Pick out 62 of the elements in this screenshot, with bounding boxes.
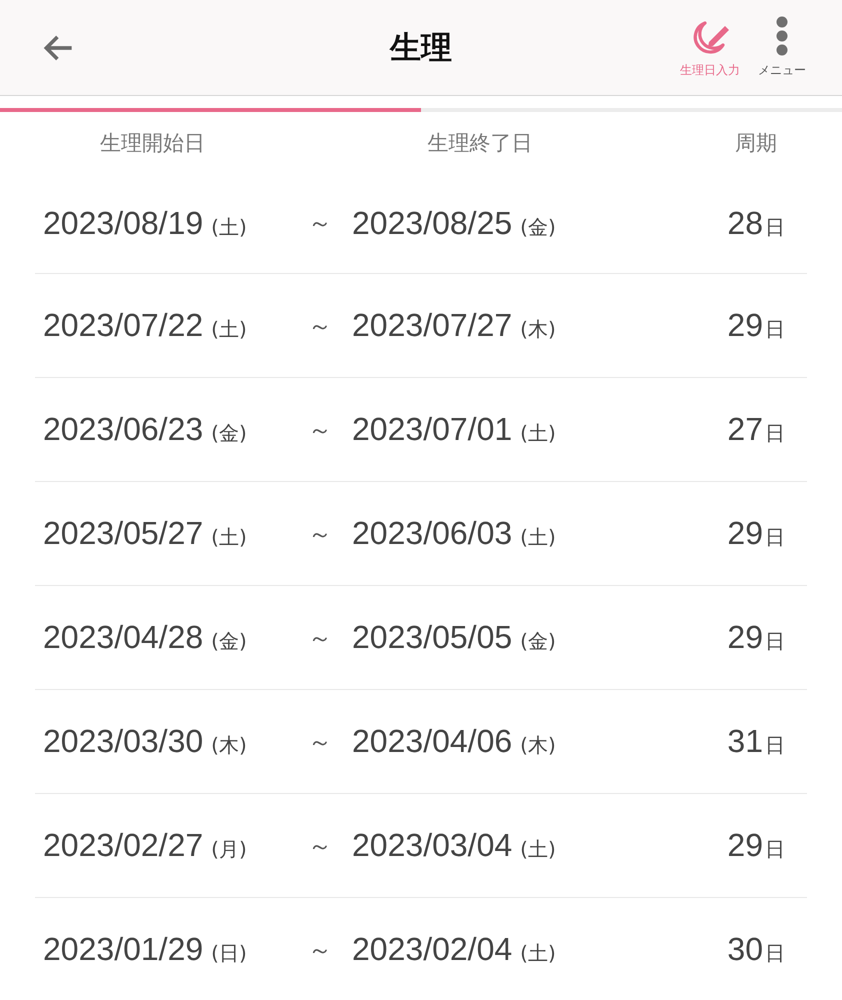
range-separator: ～ [307, 830, 333, 862]
start-weekday: (月) [211, 836, 247, 863]
end-weekday: (土) [520, 524, 556, 551]
start-weekday: (金) [211, 628, 247, 655]
end-weekday: (金) [520, 628, 556, 655]
start-weekday: (木) [211, 732, 247, 759]
day-unit: 日 [765, 628, 785, 655]
start-date: 2023/01/29 [43, 931, 204, 968]
end-date: 2023/04/06 [352, 723, 512, 760]
end-weekday: (木) [520, 732, 556, 759]
start-weekday: (土) [211, 214, 247, 240]
start-date: 2023/08/19 [43, 204, 204, 242]
end-weekday: (土) [520, 420, 556, 447]
cycle-length: 29 [727, 619, 763, 656]
start-date: 2023/02/27 [43, 827, 204, 864]
end-date: 2023/08/25 [352, 204, 512, 242]
start-date: 2023/04/28 [43, 619, 204, 656]
screen-title: 生理 [390, 28, 452, 68]
end-weekday: (土) [520, 940, 556, 967]
day-unit: 日 [765, 732, 785, 759]
start-date: 2023/07/22 [43, 307, 204, 344]
end-date: 2023/07/01 [352, 411, 512, 448]
day-unit: 日 [765, 214, 785, 240]
range-separator: ～ [307, 310, 333, 342]
range-separator: ～ [307, 414, 333, 446]
cycle-length: 29 [727, 307, 763, 344]
range-separator: ～ [307, 622, 333, 654]
cycle-length: 29 [727, 827, 763, 864]
more-vertical-icon [775, 16, 789, 58]
day-unit: 日 [765, 836, 785, 863]
end-date: 2023/02/04 [352, 931, 512, 968]
start-date: 2023/05/27 [43, 515, 204, 552]
start-date: 2023/03/30 [43, 723, 204, 760]
range-separator: ～ [307, 208, 333, 239]
end-weekday: (木) [520, 316, 556, 343]
column-header: 生理開始日 [99, 130, 206, 157]
end-date: 2023/03/04 [352, 827, 512, 864]
cycle-length: 31 [727, 723, 763, 760]
end-date: 2023/06/03 [352, 515, 512, 552]
start-weekday: (土) [211, 524, 247, 551]
end-date: 2023/05/05 [352, 619, 512, 656]
start-weekday: (金) [211, 420, 247, 447]
column-header: 周期 [734, 130, 778, 157]
day-unit: 日 [765, 940, 785, 967]
start-date: 2023/06/23 [43, 411, 204, 448]
end-date: 2023/07/27 [352, 307, 512, 344]
cycle-length: 29 [727, 515, 763, 552]
cycle-length: 28 [727, 204, 763, 242]
day-unit: 日 [765, 316, 785, 343]
end-weekday: (金) [520, 214, 556, 240]
day-unit: 日 [765, 524, 785, 551]
range-separator: ～ [307, 518, 333, 550]
cycle-length: 27 [727, 411, 763, 448]
column-header: 生理終了日 [426, 130, 534, 157]
day-unit: 日 [765, 420, 785, 447]
range-separator: ～ [307, 934, 333, 966]
end-weekday: (土) [520, 836, 556, 863]
menu-button[interactable]: メニュー [758, 16, 806, 79]
cycle-length: 30 [727, 931, 763, 968]
start-weekday: (土) [211, 316, 247, 343]
range-separator: ～ [307, 726, 333, 758]
start-weekday: (日) [211, 940, 247, 967]
